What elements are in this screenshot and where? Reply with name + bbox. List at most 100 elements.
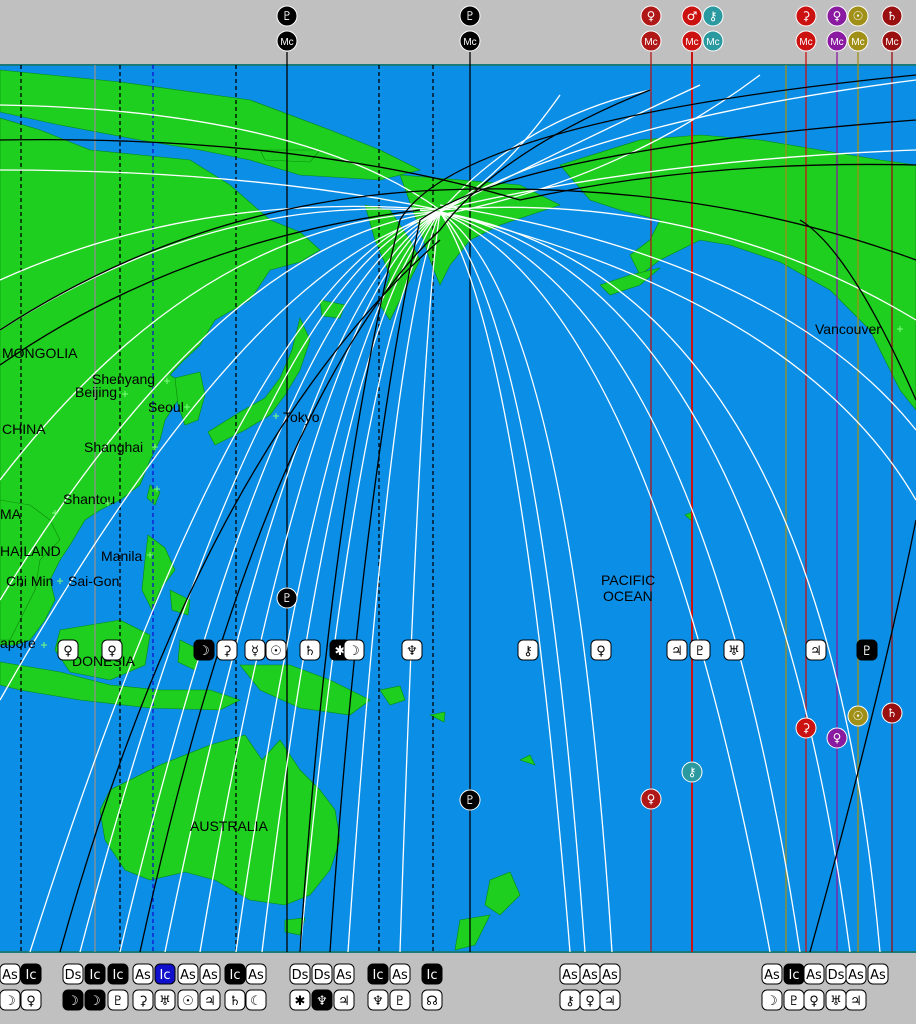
mid-glyph-marker[interactable]: ⚳ [216, 639, 238, 661]
saturn-icon[interactable]: ♄ [881, 702, 903, 724]
angle-label[interactable]: As [199, 963, 221, 985]
mid-glyph-marker[interactable]: ♅ [723, 639, 745, 661]
ceres-icon[interactable]: ⚳ [795, 717, 817, 739]
mid-glyph-marker[interactable]: ♇ [689, 639, 711, 661]
svg-text:♇: ♇ [465, 9, 476, 23]
venus-icon[interactable]: ♀ [640, 788, 662, 810]
planet-label[interactable]: ⚳ [132, 989, 154, 1011]
planet-label[interactable]: ☽ [84, 989, 106, 1011]
planet-label[interactable]: ☽ [0, 989, 21, 1011]
angle-label[interactable]: As [0, 963, 21, 985]
angle-label[interactable]: Ic [107, 963, 129, 985]
angle-label[interactable]: Ic [367, 963, 389, 985]
angle-label[interactable]: As [177, 963, 199, 985]
angle-label[interactable]: Ds [825, 963, 847, 985]
planet-label[interactable]: ♆ [367, 989, 389, 1011]
planet-label[interactable]: ♀ [803, 989, 825, 1011]
svg-text:Mc: Mc [644, 37, 657, 48]
mid-glyph-marker[interactable]: ⚷ [517, 639, 539, 661]
planet-label[interactable]: ☊ [421, 989, 443, 1011]
angle-label[interactable]: As [845, 963, 867, 985]
sun-icon[interactable]: ☉ [847, 705, 869, 727]
mid-glyph-marker[interactable]: ♀ [590, 639, 612, 661]
mid-glyph-marker[interactable]: ♃ [805, 639, 827, 661]
saturn-icon[interactable]: ♄ [881, 5, 903, 27]
angle-label[interactable]: Ic [224, 963, 246, 985]
planet-label[interactable]: ♅ [154, 989, 176, 1011]
pluto-icon[interactable]: ♇ [276, 5, 298, 27]
angle-label[interactable]: As [761, 963, 783, 985]
angle-label[interactable]: Ic [20, 963, 42, 985]
angle-label[interactable]: As [579, 963, 601, 985]
mid-glyph-marker[interactable]: ☉ [265, 639, 287, 661]
angle-label[interactable]: Ds [311, 963, 333, 985]
chiron-icon[interactable]: ⚷ [702, 5, 724, 27]
planet-label[interactable]: ♃ [333, 989, 355, 1011]
mid-glyph-marker[interactable]: ☽ [343, 639, 365, 661]
angle-label[interactable]: As [132, 963, 154, 985]
mid-glyph-marker[interactable]: ♄ [299, 639, 321, 661]
planet-label[interactable]: ♄ [224, 989, 246, 1011]
planet-label[interactable]: ♇ [107, 989, 129, 1011]
angle-label[interactable]: As [867, 963, 889, 985]
mc-marker[interactable]: Mc [702, 30, 724, 52]
planet-label[interactable]: ♅ [825, 989, 847, 1011]
mid-glyph-marker[interactable]: ☿ [244, 639, 266, 661]
venus-icon[interactable]: ♀ [826, 727, 848, 749]
angle-label[interactable]: As [245, 963, 267, 985]
mid-glyph-marker[interactable]: ♆ [401, 639, 423, 661]
planet-label[interactable]: ⚷ [559, 989, 581, 1011]
angle-label[interactable]: As [559, 963, 581, 985]
mc-marker[interactable]: Mc [276, 30, 298, 52]
venus-icon[interactable]: ♀ [826, 5, 848, 27]
mc-marker[interactable]: Mc [881, 30, 903, 52]
mc-marker[interactable]: Mc [826, 30, 848, 52]
map-canvas[interactable]: MONGOLIA Shenyang Beijing Seoul CHINA To… [0, 0, 916, 1024]
angle-label[interactable]: As [803, 963, 825, 985]
planet-label[interactable]: ♃ [199, 989, 221, 1011]
angle-label[interactable]: Ic [84, 963, 106, 985]
planet-label[interactable]: ♀ [20, 989, 42, 1011]
planet-label[interactable]: ♇ [783, 989, 805, 1011]
planet-label[interactable]: ♆ [311, 989, 333, 1011]
planet-label[interactable]: ♃ [599, 989, 621, 1011]
svg-text:⚷: ⚷ [565, 994, 575, 1009]
planet-label[interactable]: ♇ [389, 989, 411, 1011]
planet-label[interactable]: ☽ [62, 989, 84, 1011]
angle-label[interactable]: Ic [154, 963, 176, 985]
mid-glyph-marker[interactable]: ♀ [101, 639, 123, 661]
angle-label[interactable]: Ds [289, 963, 311, 985]
chiron-icon[interactable]: ⚷ [681, 761, 703, 783]
angle-label[interactable]: As [599, 963, 621, 985]
planet-label[interactable]: ♃ [845, 989, 867, 1011]
angle-label[interactable]: As [333, 963, 355, 985]
angle-label[interactable]: Ds [62, 963, 84, 985]
planet-label[interactable]: ☉ [177, 989, 199, 1011]
svg-text:♇: ♇ [861, 644, 873, 659]
planet-label[interactable]: ☾ [245, 989, 267, 1011]
sun-icon[interactable]: ☉ [847, 5, 869, 27]
planet-label[interactable]: ☽ [761, 989, 783, 1011]
mc-marker[interactable]: Mc [847, 30, 869, 52]
angle-label[interactable]: As [389, 963, 411, 985]
mid-glyph-marker[interactable]: ♃ [666, 639, 688, 661]
ceres-icon[interactable]: ⚳ [795, 5, 817, 27]
mc-marker[interactable]: Mc [459, 30, 481, 52]
mid-glyph-marker[interactable]: ♀ [57, 639, 79, 661]
mc-marker[interactable]: Mc [640, 30, 662, 52]
pluto-icon[interactable]: ♇ [459, 789, 481, 811]
mc-marker[interactable]: Mc [795, 30, 817, 52]
planet-label[interactable]: ✱ [289, 989, 311, 1011]
mars-icon[interactable]: ♂ [681, 5, 703, 27]
venus-icon[interactable]: ♀ [640, 5, 662, 27]
pluto-icon[interactable]: ♇ [276, 587, 298, 609]
pluto-icon[interactable]: ♇ [459, 5, 481, 27]
astro-map[interactable]: MONGOLIA Shenyang Beijing Seoul CHINA To… [0, 0, 916, 1024]
svg-text:♆: ♆ [406, 644, 418, 659]
mc-marker[interactable]: Mc [681, 30, 703, 52]
angle-label[interactable]: Ic [421, 963, 443, 985]
angle-label[interactable]: Ic [783, 963, 805, 985]
planet-label[interactable]: ♀ [579, 989, 601, 1011]
mid-glyph-marker[interactable]: ☽ [193, 639, 215, 661]
mid-glyph-marker[interactable]: ♇ [856, 639, 878, 661]
